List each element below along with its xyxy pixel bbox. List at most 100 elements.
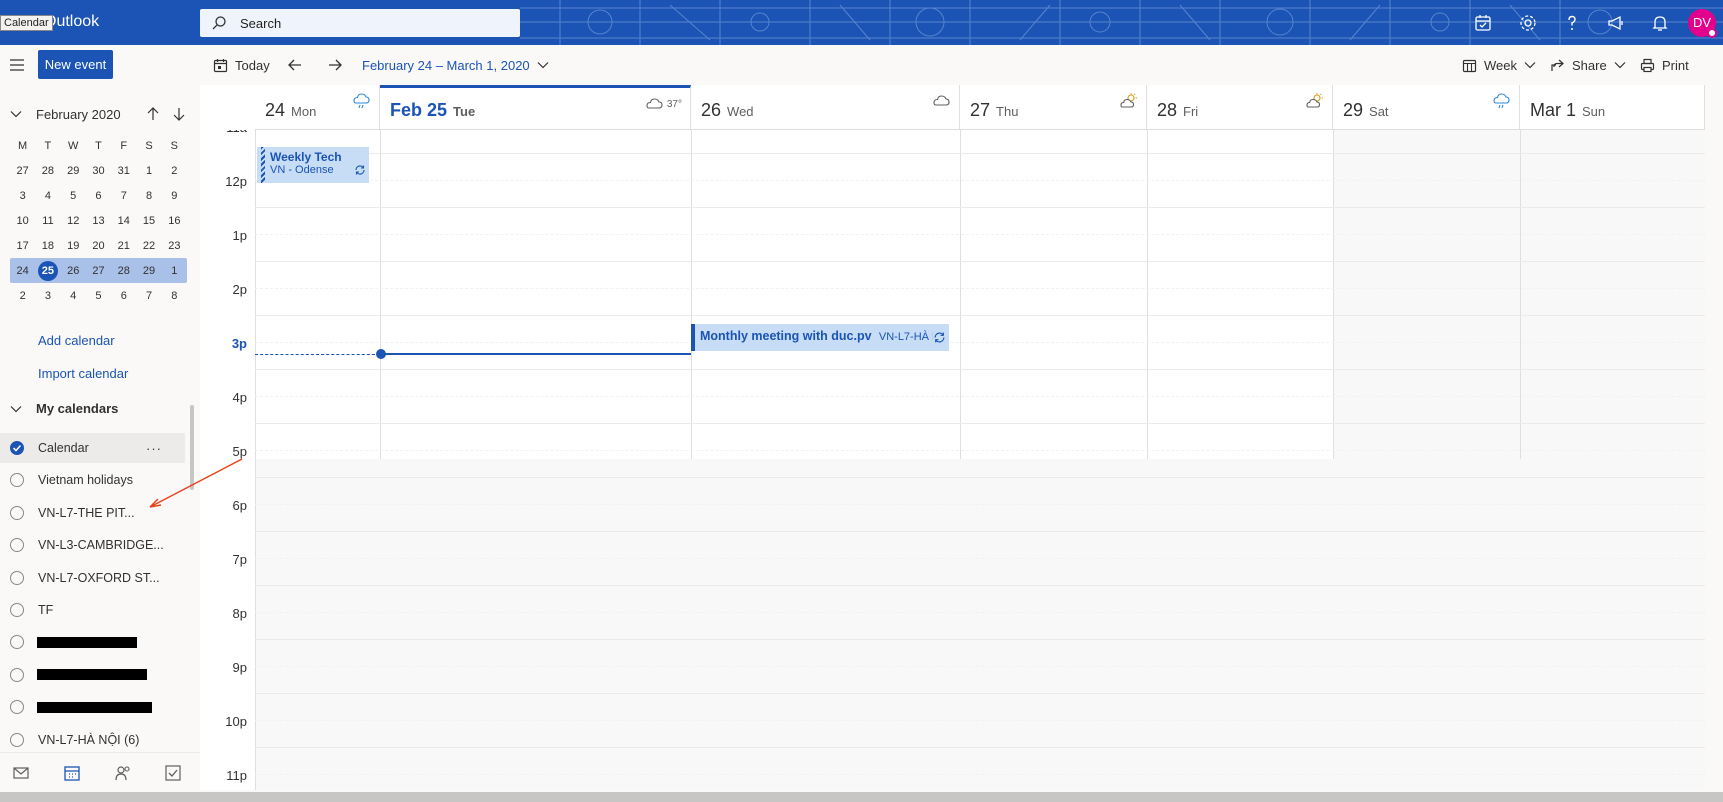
circle-icon[interactable] xyxy=(10,505,24,520)
arrow-left-icon[interactable] xyxy=(287,57,303,73)
mini-calendar-day[interactable]: 17 xyxy=(10,240,35,252)
circle-icon[interactable] xyxy=(10,603,24,617)
calendar-icon[interactable] xyxy=(63,764,81,782)
mini-calendar-day[interactable]: 29 xyxy=(136,265,161,277)
day-header[interactable]: 28 Fri xyxy=(1147,85,1333,130)
weather-indicator[interactable] xyxy=(1305,93,1324,109)
mini-calendar-day[interactable]: 10 xyxy=(10,215,35,227)
calendar-check-icon[interactable] xyxy=(1472,12,1494,34)
circle-icon[interactable] xyxy=(10,538,24,553)
my-calendars-header[interactable]: My calendars xyxy=(10,401,118,416)
mini-calendar-day[interactable]: 9 xyxy=(162,190,187,202)
search-box[interactable]: Search xyxy=(200,9,520,37)
day-header[interactable]: 26 Wed xyxy=(691,85,960,130)
calendar-item[interactable] xyxy=(0,627,185,657)
calendar-item[interactable]: VN-L7-OXFORD ST... xyxy=(0,563,185,593)
weather-indicator[interactable]: 37° xyxy=(645,96,682,112)
date-range-picker[interactable]: February 24 – March 1, 2020 xyxy=(362,55,549,75)
day-header[interactable]: 27 Thu xyxy=(960,85,1147,130)
calendar-item[interactable] xyxy=(0,692,185,722)
import-calendar-link[interactable]: Import calendar xyxy=(38,366,128,381)
circle-icon[interactable] xyxy=(10,473,24,488)
megaphone-icon[interactable] xyxy=(1605,12,1627,34)
mini-calendar-day[interactable]: 2 xyxy=(162,165,187,177)
mini-calendar-day[interactable]: 24 xyxy=(10,265,35,277)
weather-indicator[interactable] xyxy=(932,93,951,109)
mini-calendar-day[interactable]: 31 xyxy=(111,165,136,177)
mini-calendar-day[interactable]: 19 xyxy=(61,240,86,252)
calendar-item[interactable] xyxy=(0,660,185,690)
mini-calendar-day[interactable]: 27 xyxy=(86,265,111,277)
mini-calendar-day[interactable]: 1 xyxy=(136,165,161,177)
today-button[interactable]: Today xyxy=(213,55,270,75)
mini-calendar-day[interactable]: 8 xyxy=(136,190,161,202)
mini-calendar-day[interactable]: 5 xyxy=(86,290,111,302)
bell-icon[interactable] xyxy=(1649,12,1671,34)
event-monthly-meeting[interactable]: Monthly meeting with duc.pv VN-L7-HÀ N xyxy=(691,324,949,351)
mini-calendar-day[interactable]: 15 xyxy=(136,215,161,227)
arrow-up-icon[interactable] xyxy=(147,107,159,121)
calendar-item[interactable]: VN-L7-THE PIT... xyxy=(0,498,185,528)
weather-indicator[interactable] xyxy=(1119,93,1138,109)
time-grid[interactable]: 11a 12p 1p 2p 3p 4p 5p 6p 7p 8p 9p 10p 11p Weekly Te… xyxy=(200,130,1705,790)
help-icon[interactable] xyxy=(1561,12,1583,34)
print-button[interactable]: Print xyxy=(1640,55,1689,75)
mini-calendar-day[interactable]: 25 xyxy=(35,260,60,281)
horizontal-scrollbar[interactable] xyxy=(0,792,1723,802)
day-header[interactable]: Feb 25 Tue 37° xyxy=(380,85,691,130)
circle-icon[interactable] xyxy=(10,667,24,682)
calendar-item[interactable]: Calendar ··· xyxy=(0,433,185,463)
mini-calendar-day[interactable]: 8 xyxy=(162,290,187,302)
mini-calendar-day[interactable]: 6 xyxy=(111,290,136,302)
hamburger-menu-icon[interactable] xyxy=(8,57,26,73)
circle-icon[interactable] xyxy=(10,635,24,650)
mini-calendar-day[interactable]: 30 xyxy=(86,165,111,177)
weather-indicator[interactable] xyxy=(1492,93,1511,109)
mini-calendar-day[interactable]: 18 xyxy=(35,240,60,252)
mini-calendar-day[interactable]: 5 xyxy=(61,190,86,202)
view-switcher[interactable]: Week xyxy=(1462,55,1536,75)
vertical-scrollbar[interactable] xyxy=(1705,85,1723,790)
day-header[interactable]: Mar 1 Sun xyxy=(1520,85,1705,130)
tasks-icon[interactable] xyxy=(164,764,182,782)
mini-calendar-day[interactable]: 11 xyxy=(35,215,60,227)
share-button[interactable]: Share xyxy=(1550,55,1626,75)
mini-calendar-day[interactable]: 2 xyxy=(10,290,35,302)
circle-icon[interactable] xyxy=(10,732,24,747)
mini-calendar-day[interactable]: 12 xyxy=(61,215,86,227)
gear-icon[interactable] xyxy=(1517,12,1539,34)
calendar-item[interactable]: TF xyxy=(0,595,185,625)
mini-calendar-day[interactable]: 3 xyxy=(10,190,35,202)
mini-calendar-day[interactable]: 4 xyxy=(61,290,86,302)
sidebar-scrollbar[interactable] xyxy=(190,405,194,490)
add-calendar-link[interactable]: Add calendar xyxy=(38,333,115,348)
mini-calendar-day[interactable]: 26 xyxy=(61,265,86,277)
avatar[interactable]: DV xyxy=(1688,9,1717,38)
mini-calendar-day[interactable]: 14 xyxy=(111,215,136,227)
calendar-item[interactable]: VN-L7-HÀ NỘI (6) xyxy=(0,725,185,755)
circle-icon[interactable] xyxy=(10,570,24,585)
mini-calendar-day[interactable]: 23 xyxy=(162,240,187,252)
mini-calendar-day[interactable]: 4 xyxy=(35,190,60,202)
mini-calendar-day[interactable]: 22 xyxy=(136,240,161,252)
day-header[interactable]: 24 Mon xyxy=(255,85,380,130)
arrow-right-icon[interactable] xyxy=(327,57,343,73)
mini-calendar-day[interactable]: 28 xyxy=(35,165,60,177)
mini-calendar-day[interactable]: 7 xyxy=(136,290,161,302)
mini-calendar-day[interactable]: 7 xyxy=(111,190,136,202)
chevron-down-icon[interactable] xyxy=(10,110,22,118)
arrow-down-icon[interactable] xyxy=(173,107,185,121)
calendar-item[interactable]: VN-L3-CAMBRIDGE... xyxy=(0,530,185,560)
day-header[interactable]: 29 Sat xyxy=(1333,85,1520,130)
weather-indicator[interactable] xyxy=(352,93,371,109)
mini-calendar-day[interactable]: 28 xyxy=(111,265,136,277)
mini-calendar-day[interactable]: 3 xyxy=(35,290,60,302)
checked-circle-icon[interactable] xyxy=(10,441,24,455)
circle-icon[interactable] xyxy=(10,700,24,715)
people-icon[interactable] xyxy=(114,764,132,782)
mini-calendar-day[interactable]: 29 xyxy=(61,165,86,177)
mini-calendar-day[interactable]: 13 xyxy=(86,215,111,227)
mini-calendar-day[interactable]: 27 xyxy=(10,165,35,177)
mini-calendar-day[interactable]: 6 xyxy=(86,190,111,202)
event-weekly-tech[interactable]: Weekly Tech VN - Odense xyxy=(257,147,369,183)
